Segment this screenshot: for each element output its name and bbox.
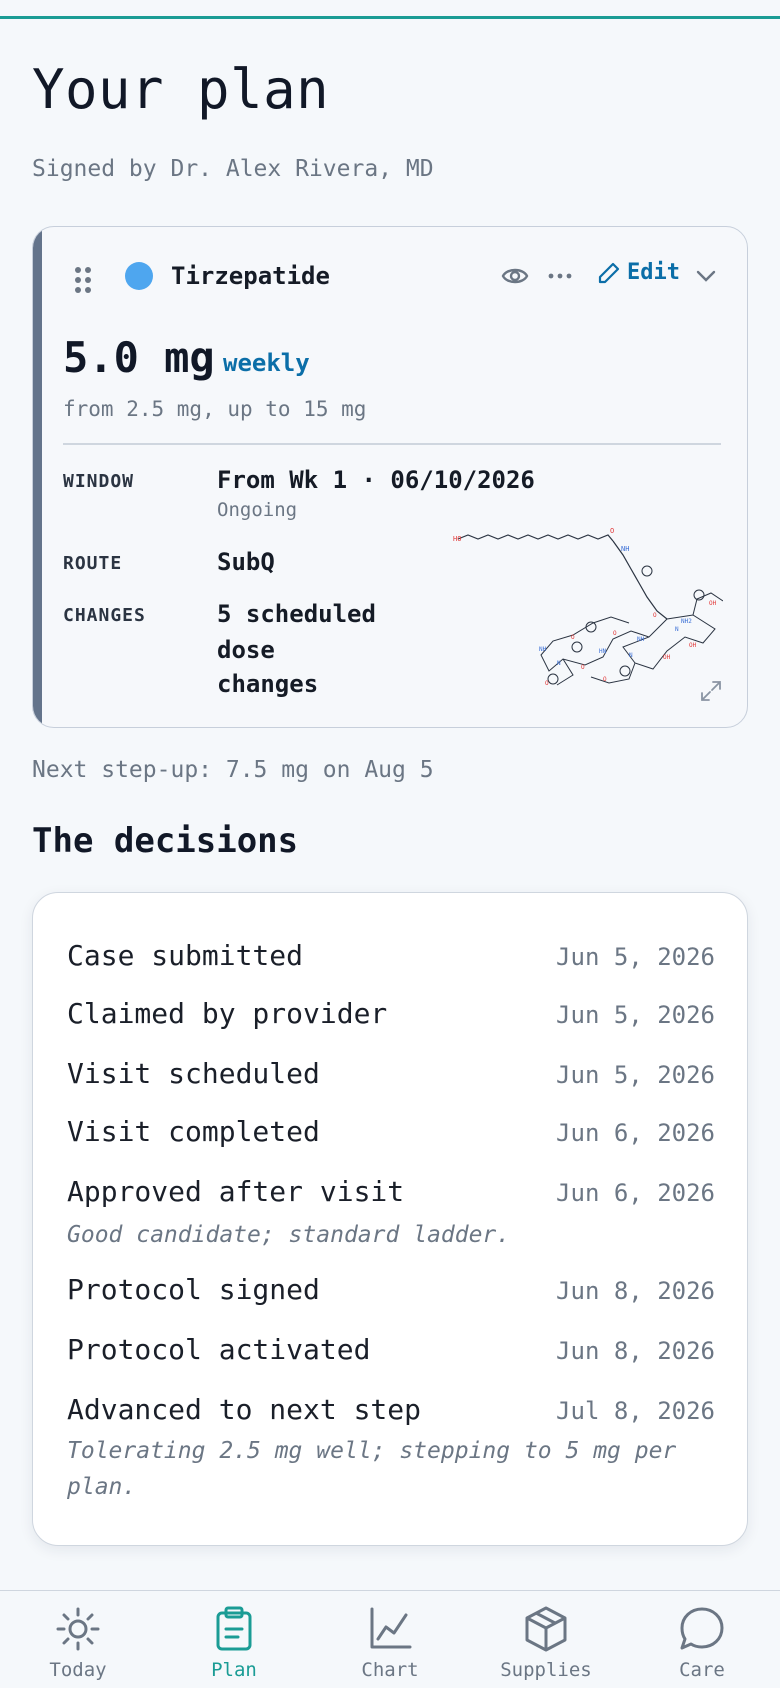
svg-text:OH: OH [663,654,671,661]
expand-icon[interactable] [699,679,723,703]
nav-label: Chart [361,1659,419,1681]
edit-button[interactable]: Edit [597,260,680,285]
route-value: SubQ [217,548,275,576]
svg-text:O: O [610,527,614,535]
medication-card[interactable]: Tirzepatide Edit 5.0 mg weekly from 2.5 … [32,226,748,728]
bottom-nav: Today Plan Chart Supplies Care [0,1590,780,1688]
event-date: Jun 5, 2026 [556,1061,715,1089]
card-divider [63,443,721,445]
event-label: Case submitted [67,939,304,972]
window-sub: Ongoing [217,499,298,521]
event-label: Advanced to next step [67,1393,422,1426]
svg-text:OH: OH [689,642,697,649]
nav-label: Today [49,1659,107,1681]
decisions-card: Case submitted Jun 5, 2026 Claimed by pr… [32,892,748,1546]
dose-range: from 2.5 mg, up to 15 mg [63,397,367,421]
molecule-structure-image: HO O NH O N OH NH O HN O N O OH OH NH O N NH2 O [453,527,723,687]
changes-label: CHANGES [63,605,146,626]
svg-text:O: O [545,680,549,687]
medication-color-dot [125,262,153,290]
event-date: Jun 5, 2026 [556,1001,715,1029]
svg-text:NH: NH [539,646,547,653]
svg-text:NH: NH [621,545,629,553]
nav-item-plan[interactable]: Plan [156,1591,312,1688]
svg-text:N: N [557,660,561,667]
eye-icon[interactable] [501,263,529,289]
clipboard-icon [216,1606,252,1651]
chevron-down-icon[interactable] [695,265,717,287]
event-date: Jun 8, 2026 [556,1277,715,1305]
top-accent-bar [0,16,780,19]
drag-handle-icon[interactable] [73,265,93,295]
changes-line-3: changes [217,670,319,698]
nav-label: Supplies [500,1659,592,1681]
event-label: Visit completed [67,1115,320,1148]
dose-value: 5.0 mg [63,333,215,382]
next-step-text: Next step-up: 7.5 mg on Aug 5 [32,757,434,783]
event-note: Tolerating 2.5 mg well; stepping to 5 mg… [67,1438,677,1500]
card-stripe [33,227,42,727]
chat-icon [680,1607,724,1650]
pencil-icon [598,262,620,283]
nav-item-today[interactable]: Today [0,1591,156,1688]
svg-text:NH: NH [637,636,645,643]
event-label: Claimed by provider [67,997,388,1030]
decisions-title: The decisions [32,821,299,861]
svg-text:HO: HO [453,535,461,543]
chart-icon [370,1607,412,1649]
nav-item-chart[interactable]: Chart [312,1591,468,1688]
nav-label: Plan [211,1659,257,1681]
event-label: Protocol signed [67,1273,320,1306]
event-date: Jun 8, 2026 [556,1337,715,1365]
edit-label: Edit [627,260,680,285]
nav-item-supplies[interactable]: Supplies [468,1591,624,1688]
page-title: Your plan [32,58,330,121]
dose-frequency: weekly [223,349,310,377]
sun-icon [56,1607,100,1651]
event-date: Jul 8, 2026 [556,1397,715,1425]
event-label: Approved after visit [67,1175,405,1208]
more-icon[interactable] [547,263,573,289]
event-note: Good candidate; standard ladder. [67,1222,511,1248]
event-date: Jun 6, 2026 [556,1119,715,1147]
svg-text:OH: OH [709,600,717,607]
medication-name: Tirzepatide [171,262,330,290]
box-icon [525,1606,567,1652]
window-label: WINDOW [63,471,135,492]
route-label: ROUTE [63,553,123,574]
event-label: Visit scheduled [67,1057,320,1090]
event-date: Jun 5, 2026 [556,943,715,971]
svg-text:O: O [581,664,585,671]
event-label: Protocol activated [67,1333,371,1366]
svg-text:O: O [653,612,657,619]
changes-line-2: dose [217,636,275,664]
window-value: From Wk 1 · 06/10/2026 [217,466,535,494]
svg-text:HN: HN [599,648,607,655]
svg-text:O: O [613,630,617,637]
page-subtitle: Signed by Dr. Alex Rivera, MD [32,156,434,182]
changes-line-1: 5 scheduled [217,600,376,628]
event-date: Jun 6, 2026 [556,1179,715,1207]
svg-text:N: N [675,626,679,633]
svg-text:O: O [571,634,575,641]
svg-text:NH2: NH2 [681,618,692,625]
nav-item-care[interactable]: Care [624,1591,780,1688]
svg-text:O: O [603,676,607,683]
svg-text:N: N [629,652,633,659]
nav-label: Care [679,1659,725,1681]
